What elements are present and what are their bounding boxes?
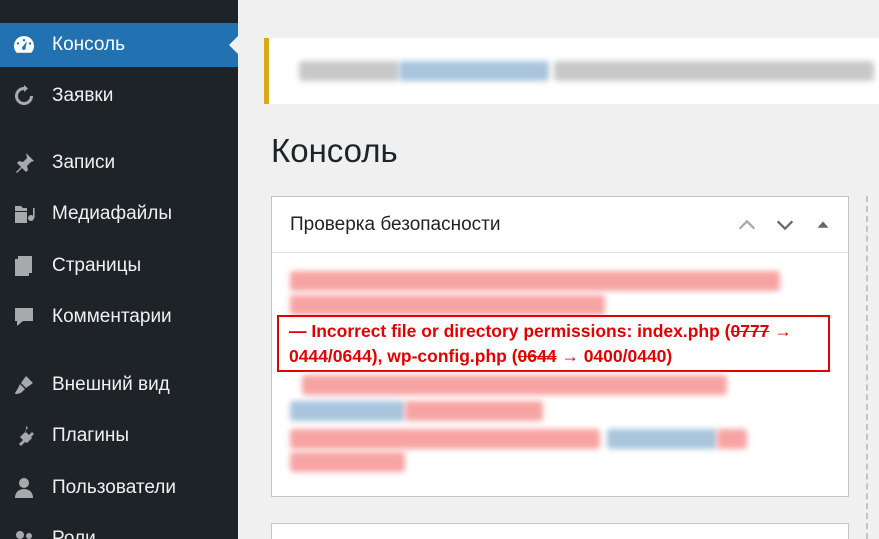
- redacted-link: [399, 61, 549, 81]
- comment-icon: [11, 304, 37, 330]
- widget-handles: [732, 211, 838, 239]
- sidebar-item-label: Плагины: [52, 425, 130, 446]
- sidebar-item-media[interactable]: Медиафайлы: [0, 192, 238, 236]
- sidebar-item-posts[interactable]: Записи: [0, 141, 238, 185]
- redacted-text: [290, 295, 605, 315]
- permissions-warning: — Incorrect file or directory permission…: [289, 321, 792, 366]
- sidebar-item-label: Заявки: [52, 85, 114, 106]
- sidebar-item-label: Роли: [52, 528, 96, 539]
- move-down-button[interactable]: [770, 211, 800, 239]
- refresh-icon: [11, 83, 37, 109]
- sidebar-item-comments[interactable]: Комментарии: [0, 295, 238, 339]
- roles-icon: [11, 526, 37, 539]
- sidebar-item-pages[interactable]: Страницы: [0, 244, 238, 288]
- admin-sidebar: Консоль Заявки Записи Медиафайлы Страниц…: [0, 0, 238, 539]
- widget-title: Проверка безопасности: [290, 213, 501, 235]
- security-check-widget: Проверка безопасности — Incorrect file o…: [271, 196, 849, 497]
- redacted-text: [302, 375, 727, 395]
- sidebar-item-label: Медиафайлы: [52, 203, 173, 224]
- next-widget: [271, 523, 849, 539]
- triangle-up-icon: [817, 221, 829, 228]
- redacted-link: [607, 429, 717, 449]
- pages-icon: [11, 253, 37, 279]
- plugin-icon: [11, 423, 37, 449]
- dashboard-icon: [11, 32, 37, 58]
- media-icon: [11, 201, 37, 227]
- widget-header: Проверка безопасности: [272, 197, 848, 253]
- sidebar-item-label: Страницы: [52, 255, 142, 276]
- user-icon: [11, 475, 37, 501]
- page-title: Консоль: [271, 132, 398, 169]
- redacted-text: [290, 271, 780, 291]
- sidebar-item-roles[interactable]: Роли: [0, 517, 238, 539]
- sidebar-item-appearance[interactable]: Внешний вид: [0, 363, 238, 407]
- sidebar-item-label: Комментарии: [52, 306, 172, 327]
- sidebar-item-users[interactable]: Пользователи: [0, 466, 238, 510]
- redacted-link: [290, 401, 405, 421]
- redacted-text: [290, 429, 600, 449]
- sidebar-item-label: Внешний вид: [52, 374, 170, 395]
- sidebar-item-label: Пользователи: [52, 477, 177, 498]
- redacted-text: [290, 452, 405, 472]
- drop-zone-border: [866, 196, 868, 539]
- pin-icon: [11, 150, 37, 176]
- redacted-text: [717, 429, 747, 449]
- sidebar-item-console[interactable]: Консоль: [0, 23, 238, 67]
- sidebar-item-requests[interactable]: Заявки: [0, 74, 238, 118]
- redacted-text: [405, 401, 543, 421]
- sidebar-item-label: Записи: [52, 152, 116, 173]
- redacted-text: [554, 61, 874, 81]
- toggle-panel-button[interactable]: [808, 211, 838, 239]
- chevron-down-icon: [776, 220, 794, 231]
- sidebar-item-label: Консоль: [52, 34, 125, 55]
- chevron-up-icon: [738, 219, 756, 230]
- sidebar-item-plugins[interactable]: Плагины: [0, 414, 238, 458]
- redacted-text: [299, 61, 399, 81]
- brush-icon: [11, 372, 37, 398]
- admin-notice: [264, 38, 879, 104]
- move-up-button[interactable]: [732, 211, 762, 239]
